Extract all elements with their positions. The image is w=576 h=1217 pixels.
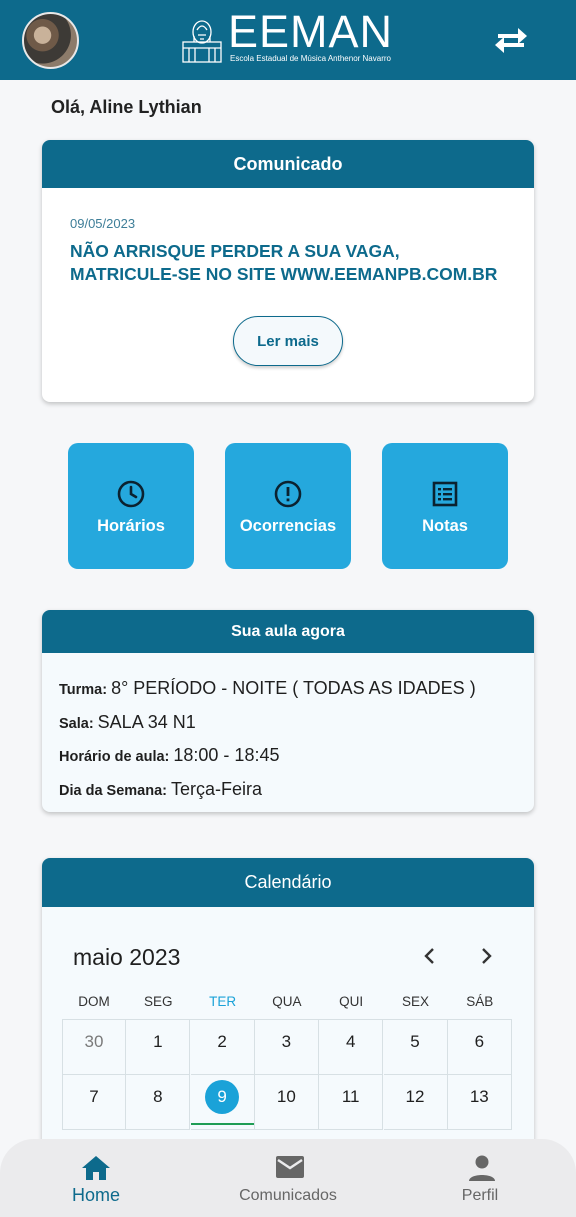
room-row: Sala: SALA 34 N1 [59, 712, 196, 733]
chevron-right-icon[interactable] [476, 946, 496, 966]
current-class-card: Sua aula agora Turma: 8° PERÍODO - NOITE … [42, 610, 534, 812]
class-time-key: Horário de aula: [59, 749, 170, 765]
calendar-day-today[interactable]: 9 [190, 1075, 255, 1130]
weekday-label: TER [209, 994, 237, 1009]
class-time-row: Horário de aula: 18:00 - 18:45 [59, 745, 279, 766]
weekday-row: Dia da Semana: Terça-Feira [59, 779, 262, 800]
nav-home-label: Home [71, 1185, 120, 1205]
calendar-day[interactable]: 4 [319, 1020, 384, 1075]
calendar-day[interactable]: 13 [447, 1075, 512, 1130]
home-icon [82, 1156, 110, 1180]
weekday-value: Terça-Feira [171, 779, 263, 799]
greeting: Olá, Aline Lythian [51, 97, 202, 117]
calendar-day[interactable]: 10 [254, 1075, 319, 1130]
calendar-day[interactable]: 5 [383, 1020, 448, 1075]
schedule-tile[interactable]: Horários [68, 443, 194, 569]
today-marker: 9 [205, 1080, 240, 1114]
occurrences-tile-label: Ocorrencias [239, 517, 337, 535]
room-value: SALA 34 N1 [97, 712, 196, 732]
person-icon [469, 1155, 495, 1181]
calendar-day[interactable]: 11 [319, 1075, 384, 1130]
weekday-label: SEG [144, 994, 173, 1009]
calendar-day[interactable]: 30 [62, 1020, 126, 1075]
nav-messages[interactable]: Comunicados [192, 1139, 384, 1217]
calendar-day[interactable]: 3 [254, 1020, 319, 1075]
avatar[interactable] [22, 12, 79, 69]
bottom-navigation: Home Comunicados Perfil [0, 1139, 576, 1217]
weekday-label: SÁB [466, 994, 494, 1009]
alert-circle-icon [274, 480, 302, 508]
clock-icon [117, 480, 145, 508]
calendar-day[interactable]: 8 [126, 1075, 191, 1130]
calendar-day[interactable]: 6 [447, 1020, 512, 1075]
weekday-label: QUI [339, 994, 364, 1009]
schedule-tile-label: Horários [97, 517, 165, 535]
nav-profile[interactable]: Perfil [384, 1139, 576, 1217]
class-group-value: 8° PERÍODO - NOITE ( TODAS AS IDADES ) [111, 678, 476, 698]
notice-title: Comunicado [42, 140, 534, 188]
class-group-row: Turma: 8° PERÍODO - NOITE ( TODAS AS IDAD… [59, 678, 476, 699]
list-icon [432, 481, 458, 507]
calendar-day[interactable]: 1 [126, 1020, 191, 1075]
nav-home[interactable]: Home [0, 1139, 192, 1217]
class-time-value: 18:00 - 18:45 [173, 745, 280, 765]
calendar-grid: 30 1 2 3 4 5 6 7 8 9 10 11 12 13 [62, 1019, 512, 1130]
occurrences-tile[interactable]: Ocorrencias [225, 443, 351, 569]
eeman-logo: EEMAN Escola Estadual de Música Anthenor… [180, 6, 394, 68]
notice-text: NÃO ARRISQUE PERDER A SUA VAGA, MATRICUL… [70, 241, 498, 284]
today-underline [190, 1123, 254, 1125]
weekday-label: DOM [78, 994, 110, 1009]
calendar-day[interactable]: 2 [190, 1020, 255, 1075]
current-class-title: Sua aula agora [42, 610, 534, 653]
school-building-icon [182, 20, 222, 63]
app-bar: EEMAN Escola Estadual de Música Anthenor… [0, 0, 576, 80]
read-more-button[interactable]: Ler mais [233, 316, 343, 366]
nav-profile-label: Perfil [461, 1187, 499, 1204]
weekday-label: SEX [401, 994, 429, 1009]
logo-subtitle: Escola Estadual de Música Anthenor Navar… [230, 54, 391, 63]
class-group-key: Turma: [59, 682, 108, 698]
nav-messages-label: Comunicados [239, 1187, 337, 1204]
logo-title: EEMAN [228, 6, 394, 57]
grades-tile[interactable]: Notas [382, 443, 508, 569]
notice-date: 09/05/2023 [70, 216, 136, 231]
room-key: Sala: [59, 716, 94, 732]
weekday-key: Dia da Semana: [59, 783, 167, 799]
calendar-day[interactable]: 12 [383, 1075, 448, 1130]
notice-card: Comunicado 09/05/2023 NÃO ARRISQUE PERDE… [42, 140, 534, 402]
grades-tile-label: Notas [422, 517, 468, 535]
weekday-label: QUA [272, 994, 302, 1009]
chevron-left-icon[interactable] [420, 946, 440, 966]
swap-arrows-icon[interactable] [494, 26, 528, 54]
calendar-title: Calendário [42, 858, 534, 907]
calendar-month: maio 2023 [73, 944, 181, 970]
mail-icon [276, 1156, 304, 1178]
calendar-day[interactable]: 7 [62, 1075, 126, 1130]
